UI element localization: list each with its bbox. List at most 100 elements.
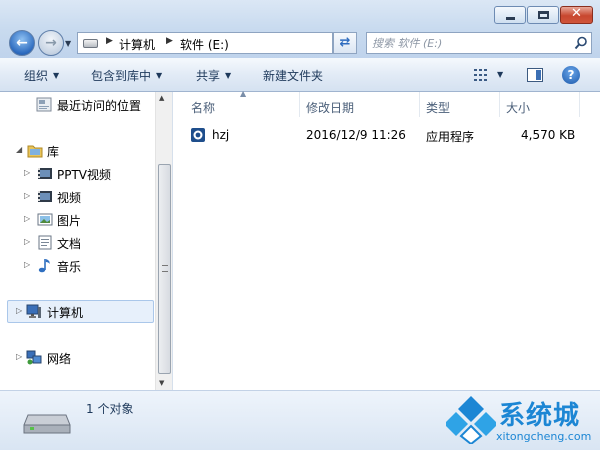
arrow-right-icon: → bbox=[45, 35, 57, 51]
include-in-library-label: 包含到库中 bbox=[91, 69, 152, 83]
column-label-size: 大小 bbox=[506, 101, 531, 115]
expand-icon[interactable]: ▷ bbox=[24, 260, 30, 269]
maximize-button[interactable] bbox=[527, 6, 559, 24]
recent-pages-dropdown[interactable]: ▼ bbox=[65, 39, 74, 48]
recent-places-icon bbox=[36, 97, 52, 112]
nav-label-network: 网络 bbox=[47, 352, 72, 366]
application-icon bbox=[191, 128, 205, 142]
refresh-button[interactable]: ⇄ bbox=[333, 32, 357, 54]
nav-item-computer[interactable]: ▷ 计算机 bbox=[7, 300, 154, 323]
scroll-down-icon[interactable]: ▼ bbox=[159, 379, 164, 387]
nav-item-documents[interactable]: ▷ 文档 bbox=[24, 232, 150, 254]
drive-icon bbox=[83, 39, 98, 48]
new-folder-button[interactable]: 新建文件夹 bbox=[263, 67, 323, 84]
site-logo-icon bbox=[446, 396, 496, 444]
search-input[interactable] bbox=[372, 35, 562, 51]
column-header-size[interactable]: 大小 bbox=[500, 92, 580, 119]
forward-button[interactable]: → bbox=[38, 30, 64, 56]
share-label: 共享 bbox=[196, 69, 221, 83]
maximize-icon bbox=[538, 11, 549, 19]
video-library-icon bbox=[38, 191, 52, 202]
expand-icon[interactable]: ▷ bbox=[16, 352, 22, 361]
documents-library-icon bbox=[38, 235, 52, 250]
expand-icon[interactable]: ▷ bbox=[16, 306, 22, 315]
search-box bbox=[366, 32, 592, 54]
collapse-icon[interactable]: ◢ bbox=[16, 145, 22, 154]
nav-item-music[interactable]: ▷ 音乐 bbox=[24, 255, 150, 277]
nav-scrollbar[interactable]: ▲ ▼ bbox=[155, 92, 172, 390]
view-options-icon[interactable] bbox=[474, 69, 488, 81]
close-button[interactable]: ✕ bbox=[560, 6, 593, 24]
breadcrumb-computer[interactable]: 计算机 bbox=[119, 36, 155, 53]
preview-pane-icon[interactable] bbox=[527, 68, 543, 82]
chevron-right-icon[interactable]: ▶ bbox=[166, 36, 173, 46]
hard-drive-icon bbox=[23, 414, 71, 434]
expand-icon[interactable]: ▷ bbox=[24, 168, 30, 177]
new-folder-label: 新建文件夹 bbox=[263, 69, 324, 83]
chevron-down-icon: ▼ bbox=[156, 71, 163, 80]
column-label-date: 修改日期 bbox=[306, 101, 355, 115]
nav-label-library: 库 bbox=[47, 145, 60, 159]
nav-label-pptv: PPTV视频 bbox=[57, 168, 112, 182]
expand-icon[interactable]: ▷ bbox=[24, 214, 30, 223]
refresh-icon: ⇄ bbox=[339, 35, 351, 50]
address-bar[interactable]: ▶ 计算机 ▶ 软件 (E:) ▼ bbox=[77, 32, 400, 54]
nav-item-recent[interactable]: 最近访问的位置 bbox=[20, 94, 150, 116]
file-name: hzj bbox=[212, 128, 230, 142]
arrow-left-icon: ← bbox=[16, 35, 28, 51]
nav-item-library[interactable]: ◢ 库 bbox=[14, 140, 150, 162]
music-library-icon bbox=[38, 259, 50, 273]
table-row[interactable]: hzj 2016/12/9 11:26 应用程序 4,570 KB bbox=[187, 125, 587, 145]
chevron-down-icon: ▼ bbox=[53, 71, 60, 80]
nav-label-recent: 最近访问的位置 bbox=[57, 99, 142, 113]
pictures-library-icon bbox=[37, 213, 53, 226]
minimize-button[interactable] bbox=[494, 6, 526, 24]
column-divider[interactable] bbox=[579, 92, 580, 117]
scroll-up-icon[interactable]: ▲ bbox=[159, 94, 164, 102]
nav-item-videos[interactable]: ▷ 视频 bbox=[24, 186, 150, 208]
nav-item-pptv[interactable]: ▷ PPTV视频 bbox=[24, 163, 150, 185]
nav-label-videos: 视频 bbox=[57, 191, 82, 205]
navigation-pane: 最近访问的位置 ◢ 库 ▷ PPTV视频 ▷ 视频 ▷ 图片 ▷ 文档 ▷ 音乐… bbox=[0, 92, 173, 390]
expand-icon[interactable]: ▷ bbox=[24, 237, 30, 246]
nav-label-music: 音乐 bbox=[57, 260, 82, 274]
chevron-right-icon[interactable]: ▶ bbox=[106, 36, 113, 46]
scrollbar-thumb[interactable] bbox=[158, 164, 171, 374]
breadcrumb-drive[interactable]: 软件 (E:) bbox=[180, 36, 229, 53]
column-header-name[interactable]: ▲ 名称 bbox=[173, 89, 300, 119]
organize-label: 组织 bbox=[24, 69, 49, 83]
expand-icon[interactable]: ▷ bbox=[24, 191, 30, 200]
grip-icon bbox=[162, 265, 168, 272]
file-type: 应用程序 bbox=[426, 130, 475, 144]
chevron-down-icon: ▼ bbox=[225, 71, 232, 80]
minimize-icon bbox=[506, 17, 515, 20]
file-size: 4,570 KB bbox=[521, 128, 576, 142]
file-date: 2016/12/9 11:26 bbox=[306, 128, 406, 142]
help-icon[interactable]: ? bbox=[562, 66, 580, 84]
sort-ascending-icon: ▲ bbox=[240, 89, 247, 98]
video-library-icon bbox=[38, 168, 52, 179]
nav-item-network[interactable]: ▷ 网络 bbox=[14, 347, 150, 369]
library-folder-icon bbox=[27, 145, 43, 158]
address-row: ← → ▼ ▶ 计算机 ▶ 软件 (E:) ▼ ⇄ bbox=[0, 28, 600, 58]
column-label-type: 类型 bbox=[426, 101, 451, 115]
include-in-library-menu[interactable]: 包含到库中 ▼ bbox=[91, 67, 162, 84]
command-bar: 组织 ▼ 包含到库中 ▼ 共享 ▼ 新建文件夹 ▼ ? bbox=[0, 58, 600, 92]
title-bar: ✕ bbox=[0, 0, 600, 28]
file-list: ▲ 名称 修改日期 类型 大小 hzj 2016/12/9 11:26 应用程序… bbox=[173, 89, 600, 390]
back-button[interactable]: ← bbox=[9, 30, 35, 56]
close-icon: ✕ bbox=[571, 6, 582, 21]
nav-label-documents: 文档 bbox=[57, 237, 82, 251]
organize-menu[interactable]: 组织 ▼ bbox=[24, 67, 59, 84]
view-dropdown-icon[interactable]: ▼ bbox=[497, 70, 503, 79]
watermark-url: xitongcheng.com bbox=[496, 430, 592, 443]
network-icon bbox=[26, 350, 42, 365]
column-header-type[interactable]: 类型 bbox=[420, 92, 500, 119]
search-icon[interactable] bbox=[574, 36, 588, 50]
share-menu[interactable]: 共享 ▼ bbox=[196, 67, 231, 84]
nav-label-pictures: 图片 bbox=[57, 214, 82, 228]
item-count: 1 个对象 bbox=[86, 402, 134, 416]
nav-label-computer: 计算机 bbox=[47, 306, 84, 320]
nav-item-pictures[interactable]: ▷ 图片 bbox=[24, 209, 150, 231]
column-header-date[interactable]: 修改日期 bbox=[300, 92, 420, 119]
